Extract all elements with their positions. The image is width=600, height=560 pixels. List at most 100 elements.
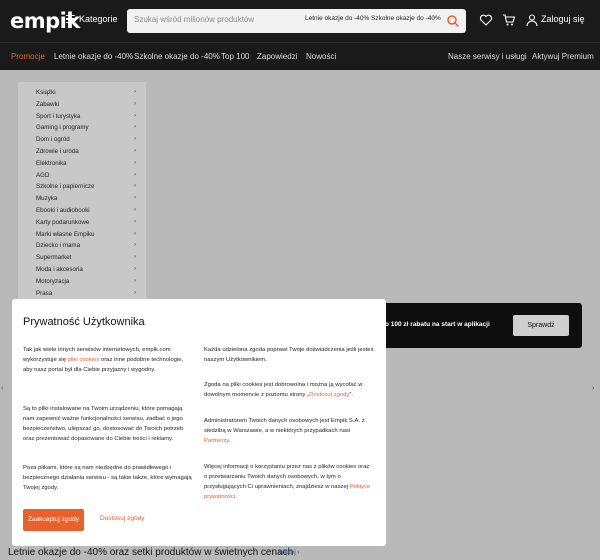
sidebar-item-label: Moda i akcesoria	[36, 266, 83, 273]
nav-new[interactable]: Nowości	[306, 52, 336, 61]
nav-school-deals[interactable]: Szkolne okazje do -40%	[134, 52, 220, 61]
nav-premium[interactable]: Aktywuj Premium	[532, 52, 594, 61]
sidebar-item[interactable]: Supermarket ›	[36, 254, 146, 261]
sidebar-item[interactable]: Moda i akcesoria ›	[36, 266, 146, 273]
category-menu: Książki › Zabawki › Sport i turystyka › Gaming…	[18, 82, 146, 302]
chevron-right-icon: ›	[134, 195, 136, 202]
search-input[interactable]: Szukaj wśród milionów produktów	[134, 15, 254, 24]
sidebar-item[interactable]: Dziecko i mama ›	[36, 242, 146, 249]
nav-promotions[interactable]: Promocje	[11, 52, 45, 61]
chevron-right-icon: ›	[134, 89, 136, 95]
main-nav: Promocje Letnie okazje do -40% Szkolne o…	[0, 42, 600, 70]
sidebar-item[interactable]: Ebooki i audiobooki ›	[36, 207, 146, 214]
search-bar[interactable]: Szukaj wśród milionów produktów Letnie o…	[127, 9, 466, 33]
accept-consents-button[interactable]: Zaakceptuj zgody	[23, 509, 84, 531]
privacy-paragraph-1: Tak jak wiele innych serwisów internetow…	[23, 345, 193, 375]
chevron-right-icon: ›	[134, 124, 136, 131]
modal-title: Prywatność Użytkownika	[23, 316, 145, 328]
login-link[interactable]: Zaloguj się	[541, 14, 585, 24]
para-text: ”.	[349, 392, 353, 398]
chevron-right-icon: ›	[134, 207, 136, 213]
search-icon[interactable]	[446, 14, 460, 28]
user-icon[interactable]	[525, 13, 539, 27]
search-chip-summer-deals[interactable]: Letnie okazje do -40%	[305, 15, 369, 22]
chevron-right-icon: ›	[134, 112, 136, 119]
sidebar-item-label: Elektronika	[36, 159, 67, 167]
sidebar-item-label: Szkolne i papiernicze	[36, 183, 95, 191]
privacy-modal: Prywatność Użytkownika Tak jak wiele inn…	[12, 299, 386, 546]
chevron-right-icon: ›	[134, 136, 136, 143]
privacy-paragraph-7: Więcej informacji o korzystaniu przez na…	[204, 462, 374, 502]
chevron-right-icon: ›	[134, 254, 136, 261]
sidebar-item[interactable]: AGD ›	[36, 172, 146, 179]
sidebar-item-label: Motoryzacja	[36, 277, 70, 285]
sidebar-item[interactable]: Elektronika ›	[36, 160, 146, 167]
sidebar-item-label: Książki	[36, 89, 56, 96]
sidebar-item[interactable]: Książki ›	[36, 89, 146, 96]
privacy-paragraph-2: Są to pliki instalowane na Twoim urządze…	[23, 406, 184, 442]
partners-link[interactable]: Partnerzy	[204, 438, 229, 444]
sidebar-item-label: Zabawki	[36, 100, 60, 108]
search-chip-school-deals[interactable]: Szkolne okazje do -40%	[371, 15, 441, 22]
heart-icon[interactable]	[479, 13, 493, 27]
sidebar-item[interactable]: Sport i turystyka ›	[36, 113, 146, 120]
chevron-right-icon: ›	[134, 171, 136, 178]
sidebar-item[interactable]: Szkolne i papiernicze ›	[36, 183, 146, 190]
customize-consents-button[interactable]: Dostosuj zgody	[100, 515, 144, 522]
sidebar-item[interactable]: Motoryzacja ›	[36, 278, 146, 285]
sidebar-item-label: Marki własne Empiku	[36, 230, 95, 238]
customize-consents-link[interactable]: Dostosuj zgody	[309, 392, 349, 398]
carousel-next-icon[interactable]: ›	[592, 385, 594, 392]
top-header: empik Kategorie Szukaj wśród milionów pr…	[0, 0, 600, 42]
sidebar-item[interactable]: Karty podarunkowe ›	[36, 219, 146, 226]
nav-services[interactable]: Nasze serwisy i usługi	[448, 52, 527, 61]
nav-upcoming[interactable]: Zapowiedzi	[257, 52, 297, 61]
sidebar-item-label: Dom i ogród	[36, 136, 70, 144]
sidebar-item-label: Karty podarunkowe	[36, 218, 90, 226]
sidebar-item[interactable]: Marki własne Empiku ›	[36, 231, 146, 238]
sidebar-item-label: Dziecko i mama	[36, 242, 81, 250]
banner-text: o 100 zł rabatu na start w aplikacji	[385, 321, 490, 328]
sidebar-item-label: Sport i turystyka	[36, 112, 81, 120]
chevron-right-icon: ›	[134, 183, 136, 190]
categories-label: Kategorie	[79, 14, 118, 24]
nav-summer-deals[interactable]: Letnie okazje do -40%	[54, 52, 133, 61]
sidebar-item-label: Ebooki i audiobooki	[36, 207, 90, 214]
para-text: .	[235, 494, 237, 500]
sidebar-item-label: Muzyka	[36, 195, 58, 203]
section-title: Letnie okazje do -40% oraz setki produkt…	[8, 547, 294, 558]
nav-top-100[interactable]: Top 100	[221, 52, 249, 61]
cart-icon[interactable]	[502, 13, 516, 27]
sidebar-item[interactable]: Muzyka ›	[36, 195, 146, 202]
categories-button[interactable]: Kategorie	[66, 14, 118, 24]
carousel-prev-icon[interactable]: ‹	[1, 385, 3, 392]
para-text: .	[228, 438, 231, 444]
chevron-right-icon: ›	[134, 100, 136, 107]
check-button[interactable]: Sprawdź	[513, 315, 569, 336]
privacy-paragraph-6: Administratorem Twoich danych osobowych …	[204, 416, 374, 446]
sidebar-item[interactable]: Dom i ogród ›	[36, 136, 146, 143]
para-text: Więcej informacji o korzystaniu przez na…	[204, 464, 370, 490]
chevron-right-icon: ›	[134, 289, 136, 296]
sidebar-item-label: Zdrowie i uroda	[36, 148, 79, 155]
privacy-paragraph-5: Zgoda na pliki cookies jest dobrowolna i…	[204, 380, 374, 400]
chevron-right-icon: ›	[134, 159, 136, 166]
chevron-right-icon: ›	[134, 266, 136, 272]
chevron-right-icon: ›	[134, 277, 136, 284]
sidebar-item[interactable]: Zabawki ›	[36, 101, 146, 108]
sidebar-item[interactable]: Prasa ›	[36, 290, 146, 297]
sidebar-item[interactable]: Zdrowie i uroda ›	[36, 148, 146, 155]
more-link[interactable]: więcej ›	[279, 550, 299, 556]
privacy-paragraph-3: Poza plikami, które są nam niezbędne do …	[23, 465, 192, 491]
menu-icon	[66, 15, 75, 23]
chevron-right-icon: ›	[134, 218, 136, 225]
privacy-paragraph-4: Każda udzielona zgoda poprawi Twoje dośw…	[204, 347, 374, 363]
chevron-right-icon: ›	[134, 242, 136, 249]
chevron-right-icon: ›	[134, 230, 136, 237]
sidebar-item-label: Gaming i programy	[36, 124, 89, 132]
section-heading-bar: Letnie okazje do -40% oraz setki produkt…	[0, 546, 600, 560]
sidebar-item[interactable]: Gaming i programy ›	[36, 124, 146, 131]
para-text: Administratorem Twoich danych osobowych …	[204, 418, 365, 434]
sidebar-item-label: Supermarket	[36, 254, 72, 262]
cookies-link[interactable]: pliki cookies	[68, 357, 100, 363]
